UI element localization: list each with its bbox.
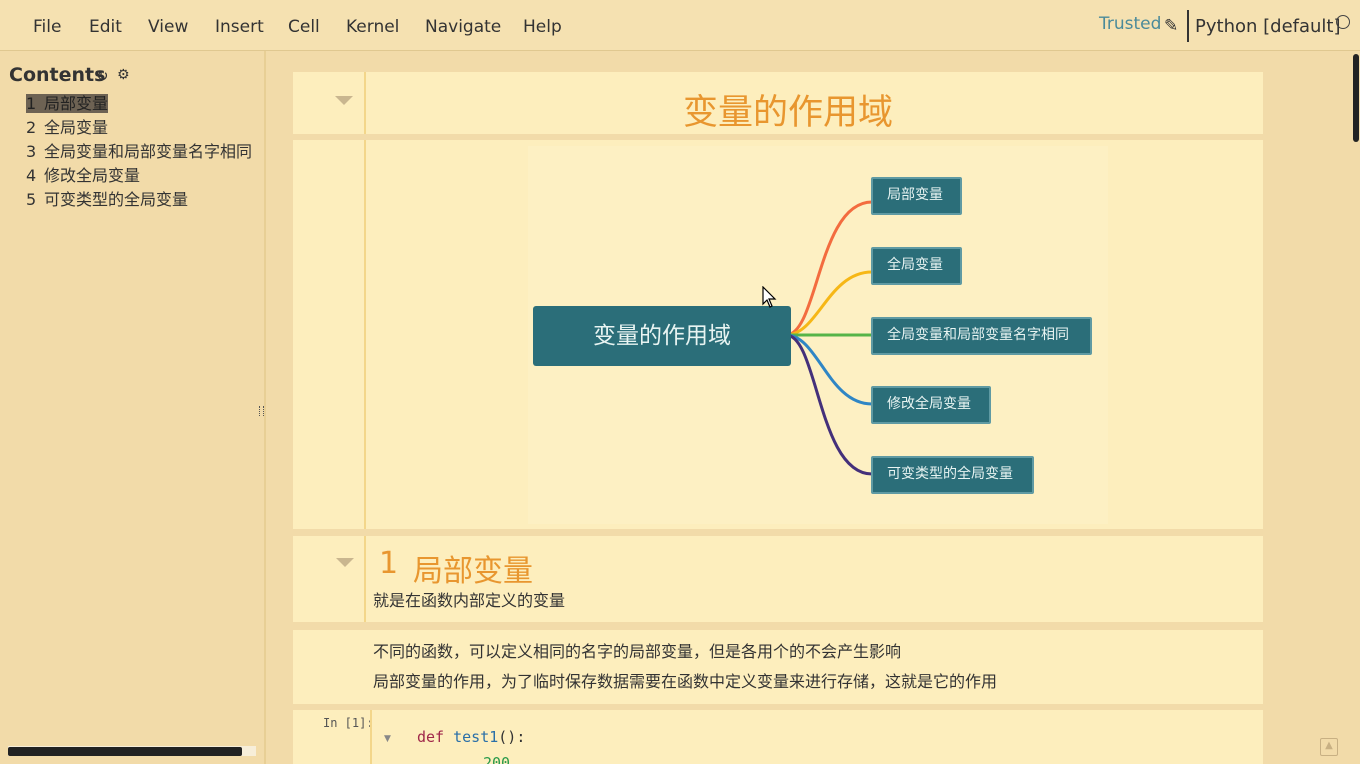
gear-icon[interactable]: ⚙ <box>117 67 130 83</box>
toc-sidebar: Contents ↻ ⚙ 1 局部变量 2 全局变量 3 全局变量和局部变量名字相同 … <box>0 51 266 764</box>
cell-border <box>364 140 366 529</box>
mindmap-node-mutable: 可变类型的全局变量 <box>871 456 1034 494</box>
menu-file[interactable]: File <box>33 17 61 37</box>
mindmap-cell[interactable]: 变量的作用域 局部变量 全局变量 全局变量和局部变量名字相同 修改全局变量 可变… <box>293 140 1263 529</box>
mouse-cursor-icon <box>762 286 777 308</box>
section-number: 1 <box>379 546 399 581</box>
code-line[interactable]: def test1(): <box>417 728 525 746</box>
trusted-indicator[interactable]: Trusted <box>1099 14 1161 34</box>
menu-insert[interactable]: Insert <box>215 17 264 37</box>
sidebar-resize-handle[interactable] <box>259 406 264 416</box>
mindmap-node-local: 局部变量 <box>871 177 962 215</box>
pencil-icon[interactable]: ✎ <box>1164 16 1178 36</box>
toc-title: Contents <box>9 64 106 86</box>
menu-view[interactable]: View <box>148 17 188 37</box>
note-line-1: 不同的函数，可以定义相同的名字的局部变量，但是各用个的不会产生影响 <box>373 642 902 661</box>
menu-kernel[interactable]: Kernel <box>346 17 399 37</box>
notes-cell[interactable]: 不同的函数，可以定义相同的名字的局部变量，但是各用个的不会产生影响 局部变量的作… <box>293 630 1263 704</box>
input-prompt: In [1]: <box>323 716 374 730</box>
toc-item-same-name[interactable]: 3 全局变量和局部变量名字相同 <box>26 138 258 162</box>
cell-border <box>364 72 366 134</box>
title-cell[interactable]: 变量的作用域 <box>293 72 1263 134</box>
mindmap-image: 变量的作用域 局部变量 全局变量 全局变量和局部变量名字相同 修改全局变量 可变… <box>528 146 1108 524</box>
horizontal-scrollbar-thumb[interactable] <box>8 747 242 756</box>
menu-navigate[interactable]: Navigate <box>425 17 501 37</box>
collapse-arrow-icon[interactable] <box>335 96 353 105</box>
kernel-name[interactable]: Python [default] <box>1195 16 1341 37</box>
code-line[interactable]: 200 <box>483 754 510 764</box>
mindmap-node-modify: 修改全局变量 <box>871 386 991 424</box>
scroll-to-top-icon[interactable]: ▲ <box>1320 738 1338 756</box>
cell-border <box>364 536 366 622</box>
notebook-area: 变量的作用域 变量的作用域 局部变量 全局变量 全局变量和局部变量名字相同 修改… <box>268 51 1352 764</box>
toc-item-local-variables[interactable]: 1 局部变量 <box>26 90 258 114</box>
kernel-divider <box>1187 10 1189 42</box>
branch-line-5 <box>785 333 873 476</box>
vertical-scrollbar-track[interactable] <box>1352 51 1360 764</box>
toc-item-modify-global[interactable]: 4 修改全局变量 <box>26 162 258 186</box>
section-description: 就是在函数内部定义的变量 <box>373 591 566 610</box>
vertical-scrollbar-thumb[interactable] <box>1353 54 1359 142</box>
notebook-title: 变量的作用域 <box>683 93 894 133</box>
mindmap-root-node: 变量的作用域 <box>533 306 791 366</box>
collapse-arrow-icon[interactable] <box>336 558 354 567</box>
mindmap-node-same-name: 全局变量和局部变量名字相同 <box>871 317 1092 355</box>
menu-bar: File Edit View Insert Cell Kernel Naviga… <box>0 0 1360 51</box>
code-fold-icon[interactable]: ▼ <box>384 734 391 744</box>
code-cell[interactable]: In [1]: ▼ def test1(): 200 <box>293 710 1263 764</box>
mindmap-node-global: 全局变量 <box>871 247 962 285</box>
branch-line-1 <box>785 200 873 337</box>
cell-border <box>370 710 372 764</box>
toc-item-mutable-global[interactable]: 5 可变类型的全局变量 <box>26 186 258 210</box>
note-line-2: 局部变量的作用，为了临时保存数据需要在函数中定义变量来进行存储，这就是它的作用 <box>373 672 998 691</box>
heading-cell[interactable]: 1 局部变量 就是在函数内部定义的变量 <box>293 536 1263 622</box>
section-heading: 局部变量 <box>413 554 533 589</box>
menu-help[interactable]: Help <box>523 17 562 37</box>
toc-item-global-variables[interactable]: 2 全局变量 <box>26 114 258 138</box>
refresh-icon[interactable]: ↻ <box>96 67 109 85</box>
kernel-status-icon <box>1336 15 1350 29</box>
menu-cell[interactable]: Cell <box>288 17 320 37</box>
menu-edit[interactable]: Edit <box>89 17 122 37</box>
